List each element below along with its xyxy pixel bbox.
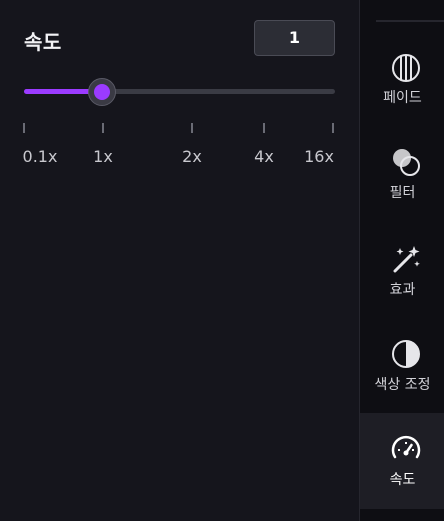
tick-mark: [191, 123, 193, 133]
speed-value-input[interactable]: 1: [254, 20, 335, 56]
tick-label: 16x: [304, 147, 334, 166]
contrast-icon: [390, 338, 422, 370]
fade-icon: [390, 52, 422, 84]
rail-divider: [376, 20, 444, 22]
rail-item-label: 효과: [389, 282, 416, 298]
rail-item-fade[interactable]: 페이드: [360, 52, 444, 148]
magic-wand-icon: [390, 244, 422, 276]
rail-item-speed[interactable]: 속도: [360, 413, 444, 509]
tick-mark: [332, 123, 334, 133]
rail-item-label: 속도: [389, 472, 416, 488]
tick-label: 2x: [182, 147, 202, 166]
speed-slider[interactable]: [24, 78, 335, 106]
tick-mark: [102, 123, 104, 133]
tool-rail: 페이드 필터 효과 색상 조정 속도: [359, 0, 444, 521]
tick-mark: [23, 123, 25, 133]
rail-item-effect[interactable]: 효과: [360, 244, 444, 340]
rail-item-filter[interactable]: 필터: [360, 146, 444, 242]
tick-label: 4x: [254, 147, 274, 166]
speed-panel: 속도 1 0.1x 1x 2x 4x 16x: [0, 0, 359, 521]
slider-thumb[interactable]: [88, 78, 116, 106]
rail-item-label: 색상 조정: [374, 377, 431, 393]
rail-item-label: 필터: [389, 185, 416, 201]
tick-mark: [263, 123, 265, 133]
tick-label: 0.1x: [22, 147, 58, 166]
rail-item-label: 페이드: [383, 90, 422, 106]
speedometer-icon: [390, 433, 422, 465]
panel-title: 속도: [24, 30, 62, 54]
tick-label: 1x: [93, 147, 113, 166]
speed-editor: 속도 1 0.1x 1x 2x 4x 16x 페이드 필터 효과 색상 조정 속…: [0, 0, 444, 521]
filter-icon: [390, 146, 422, 178]
